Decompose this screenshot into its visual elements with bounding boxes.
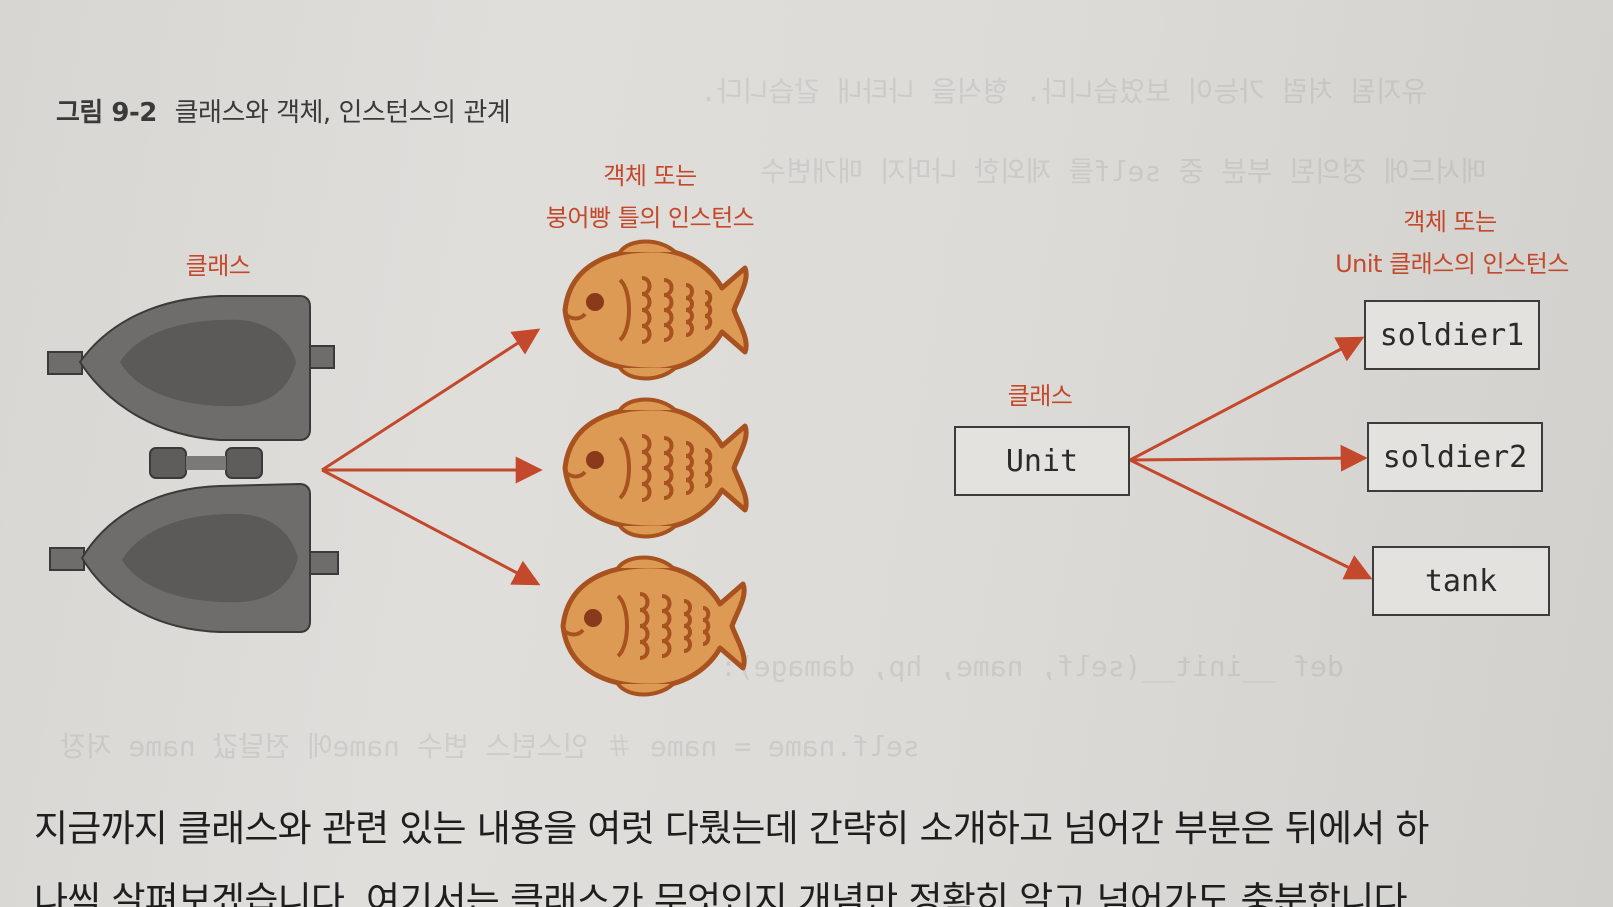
right-arrows	[1129, 336, 1373, 580]
fish-bread-instance-1	[565, 242, 746, 379]
right-instance-label-line2: Unit 클래스의 인스턴스	[1335, 250, 1569, 278]
instance-box-tank: tank	[1372, 546, 1550, 616]
fish-bread-instance-3	[563, 558, 744, 695]
left-instance-label-line2: 붕어빵 틀의 인스턴스	[545, 204, 755, 232]
fish-bread-instance-2	[565, 400, 746, 537]
body-paragraph-line1: 지금까지 클래스와 관련 있는 내용을 여럿 다뤘는데 간략히 소개하고 넘어간…	[34, 807, 1429, 850]
book-page: 유지됨 처럼 가능이 보였습니다. 형식을 나타내 같습니다. 메서드에 정의된…	[0, 0, 1613, 907]
left-instance-label-line1: 객체 또는	[603, 162, 697, 190]
left-arrows	[321, 328, 543, 586]
body-paragraph-line2: 나씩 살펴보겠습니다. 여기서는 클래스가 무엇인지 개념만 정확히 알고 넘어…	[34, 879, 1419, 907]
class-box-unit: Unit	[954, 426, 1130, 496]
instance-box-soldier2: soldier2	[1367, 422, 1543, 492]
fish-mold-illustration	[47, 295, 339, 633]
right-class-label: 클래스	[1007, 382, 1073, 410]
instance-box-soldier1: soldier1	[1364, 300, 1540, 370]
left-class-label: 클래스	[185, 252, 251, 280]
right-instance-label-line1: 객체 또는	[1403, 208, 1497, 236]
